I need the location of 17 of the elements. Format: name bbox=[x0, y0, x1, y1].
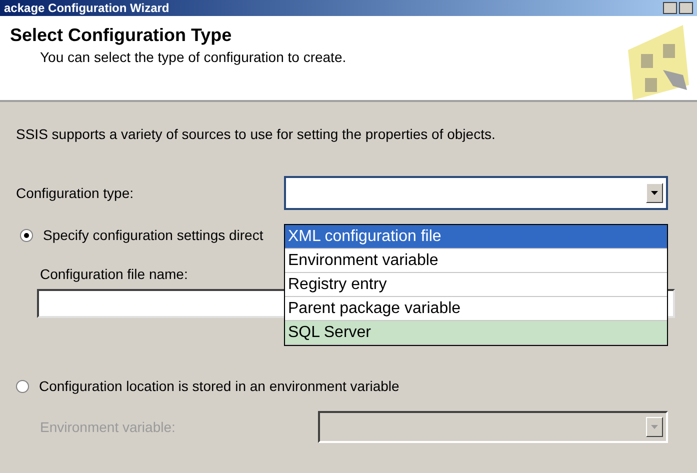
page-title: Select Configuration Type bbox=[10, 24, 233, 46]
radio-label: Configuration location is stored in an environment variable bbox=[39, 377, 400, 396]
radio-button[interactable] bbox=[20, 229, 33, 242]
dropdown-option[interactable]: XML configuration file bbox=[285, 225, 667, 249]
field-label: Environment variable: bbox=[39, 418, 176, 436]
field-label: Configuration type: bbox=[16, 184, 135, 203]
caret-icon bbox=[651, 425, 658, 429]
radio-label: Specify configuration settings direct bbox=[43, 226, 264, 245]
dropdown-button[interactable] bbox=[646, 183, 663, 203]
page-subtitle: You can select the type of configuration to create. bbox=[39, 48, 346, 67]
window-title: ackage Configuration Wizard bbox=[3, 2, 170, 14]
configuration-type-dropdown[interactable] bbox=[284, 176, 668, 210]
dropdown-option[interactable]: SQL Server bbox=[285, 321, 667, 345]
radio-button[interactable] bbox=[16, 380, 29, 393]
field-label: Configuration file name: bbox=[40, 265, 188, 284]
caret-icon bbox=[651, 191, 658, 195]
intro-text: SSIS supports a variety of sources to use for setting the properties of objects. bbox=[16, 125, 496, 144]
